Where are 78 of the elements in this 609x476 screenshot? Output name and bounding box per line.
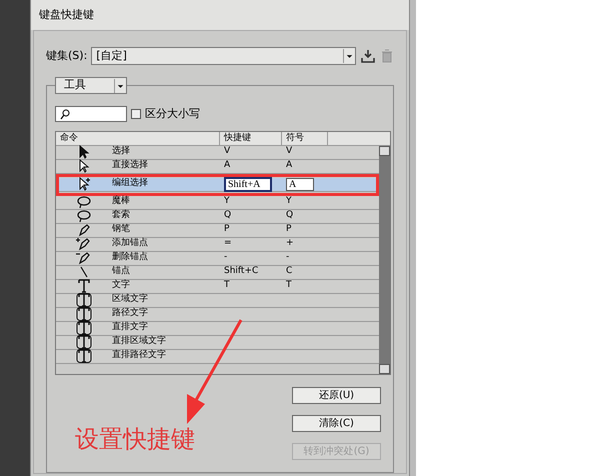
command-label: 区域文字 <box>112 293 149 306</box>
symbol-text: P <box>286 224 292 234</box>
pen-icon <box>76 237 92 251</box>
shortcut-text: V <box>224 146 230 156</box>
shortcut-text: - <box>224 252 228 262</box>
dialog-button[interactable]: 还原(U) <box>292 386 381 404</box>
command-label: 添加锚点 <box>112 237 149 250</box>
command-label: 编组选择 <box>112 177 149 190</box>
command-label: 直排文字 <box>112 321 149 334</box>
shortcut-text: T <box>224 280 230 290</box>
dialog-button[interactable]: 清除(C) <box>292 414 381 432</box>
symbol-text: Q <box>286 210 294 220</box>
symbol-text: Y <box>286 196 292 206</box>
table-row[interactable]: 直排路径文字 <box>56 350 379 364</box>
command-label: 魔棒 <box>112 195 131 208</box>
shortcut-text: A <box>224 160 230 170</box>
shortcut-text: Y <box>224 196 230 206</box>
table-row[interactable]: 锚点 Shift+C C <box>56 266 379 280</box>
command-label: 套索 <box>112 209 131 222</box>
type-tool-icon <box>76 335 92 349</box>
type-tool-icon <box>76 279 92 293</box>
lasso-icon <box>76 209 92 223</box>
table-row[interactable]: 钢笔 P P <box>56 224 379 238</box>
command-label: 钢笔 <box>112 223 131 236</box>
type-tool-icon <box>76 321 92 335</box>
shortcut-field[interactable]: Shift+A <box>224 176 272 192</box>
shortcut-text: P <box>224 224 230 234</box>
table-row[interactable]: 直排文字 <box>56 322 379 336</box>
symbol-text: T <box>286 280 292 290</box>
table-row[interactable]: 文字 T T <box>56 280 379 294</box>
symbol-text: + <box>286 238 294 248</box>
dropdown-caret-icon <box>343 49 355 63</box>
table-row[interactable]: 直接选择 A A <box>56 160 379 174</box>
dropdown-caret-icon <box>114 78 126 92</box>
pen-icon <box>76 223 92 237</box>
scrollbar[interactable] <box>379 146 390 374</box>
checkbox-label: 区分大小写 <box>145 106 200 122</box>
shortcut-text: Shift+C <box>224 266 258 276</box>
symbol-text: V <box>286 146 292 156</box>
command-label: 锚点 <box>112 265 131 278</box>
search-field[interactable] <box>55 106 127 122</box>
table-row[interactable]: 区域文字 <box>56 294 379 308</box>
shortcut-text: Q <box>224 210 232 220</box>
column-header[interactable]: 符号 <box>282 132 328 144</box>
save-icon[interactable] <box>360 49 376 63</box>
case-sensitive-checkbox[interactable] <box>131 109 141 120</box>
column-header[interactable]: 快捷键 <box>220 132 282 144</box>
command-label: 删除锚点 <box>112 251 149 264</box>
shortcut-text: = <box>224 238 232 248</box>
command-label: 文字 <box>112 279 131 292</box>
symbol-text: - <box>286 252 290 262</box>
keyset-dropdown[interactable]: [自定] <box>91 47 356 65</box>
type-tool-icon <box>76 293 92 307</box>
command-label: 选择 <box>112 145 131 158</box>
type-tool-icon <box>76 307 92 321</box>
table-row[interactable]: 添加锚点 = + <box>56 238 379 252</box>
table-row[interactable]: 魔棒 Y Y <box>56 196 379 210</box>
table-row[interactable]: 路径文字 <box>56 308 379 322</box>
command-label: 直排区域文字 <box>112 335 167 348</box>
table-row[interactable]: 直排区域文字 <box>56 336 379 350</box>
table-row[interactable]: 选择 V V <box>56 146 379 160</box>
command-label: 直接选择 <box>112 159 149 172</box>
symbol-text: C <box>286 266 292 276</box>
table-row[interactable]: 删除锚点 - - <box>56 252 379 266</box>
keyset-label: 键集(S): <box>46 48 88 64</box>
symbol-text: A <box>286 160 292 170</box>
search-icon <box>60 108 70 120</box>
column-header[interactable]: 命令 <box>56 132 220 144</box>
category-dropdown[interactable]: 工具 <box>55 77 127 94</box>
command-label: 直排路径文字 <box>112 349 167 362</box>
command-label: 路径文字 <box>112 307 149 320</box>
type-tool-icon <box>76 349 92 363</box>
annotation-text: 设置快捷键 <box>75 424 195 454</box>
lasso-icon <box>76 195 92 209</box>
table-row[interactable]: 套索 Q Q <box>56 210 379 224</box>
pen-icon <box>76 251 92 265</box>
window-title: 键盘快捷键 <box>31 0 409 30</box>
symbol-field[interactable]: A <box>286 178 314 190</box>
